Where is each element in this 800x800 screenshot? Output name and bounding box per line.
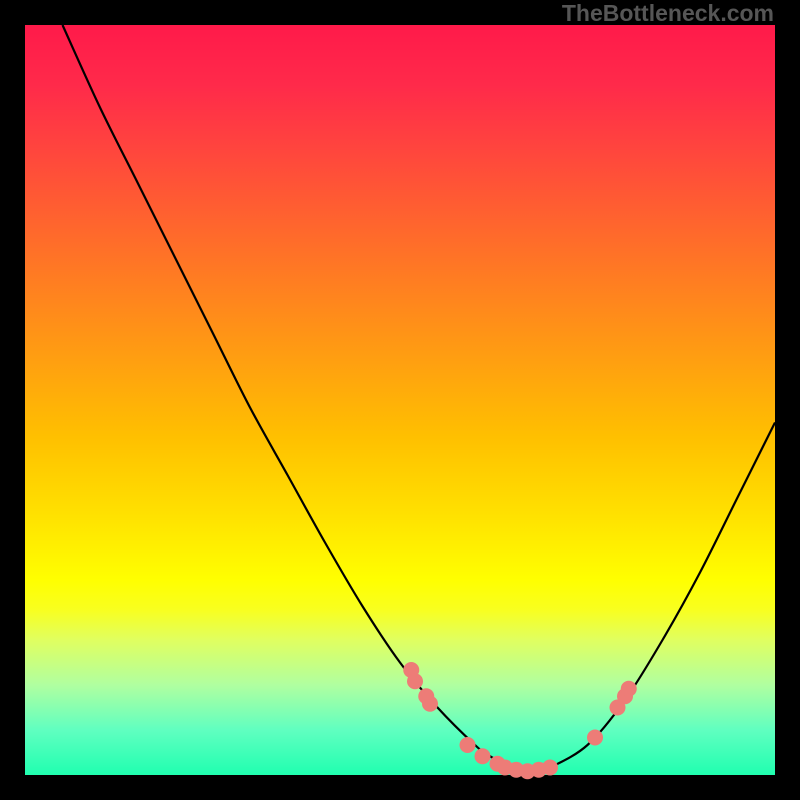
data-marker (621, 681, 637, 697)
bottleneck-curve (63, 25, 776, 771)
data-marker (475, 748, 491, 764)
data-marker (422, 696, 438, 712)
watermark-text: TheBottleneck.com (562, 0, 774, 27)
plot-area (25, 25, 775, 775)
data-marker (460, 737, 476, 753)
data-marker (587, 730, 603, 746)
marker-group (403, 662, 637, 779)
data-marker (542, 760, 558, 776)
chart-svg (25, 25, 775, 775)
data-marker (407, 673, 423, 689)
chart-frame: TheBottleneck.com (0, 0, 800, 800)
